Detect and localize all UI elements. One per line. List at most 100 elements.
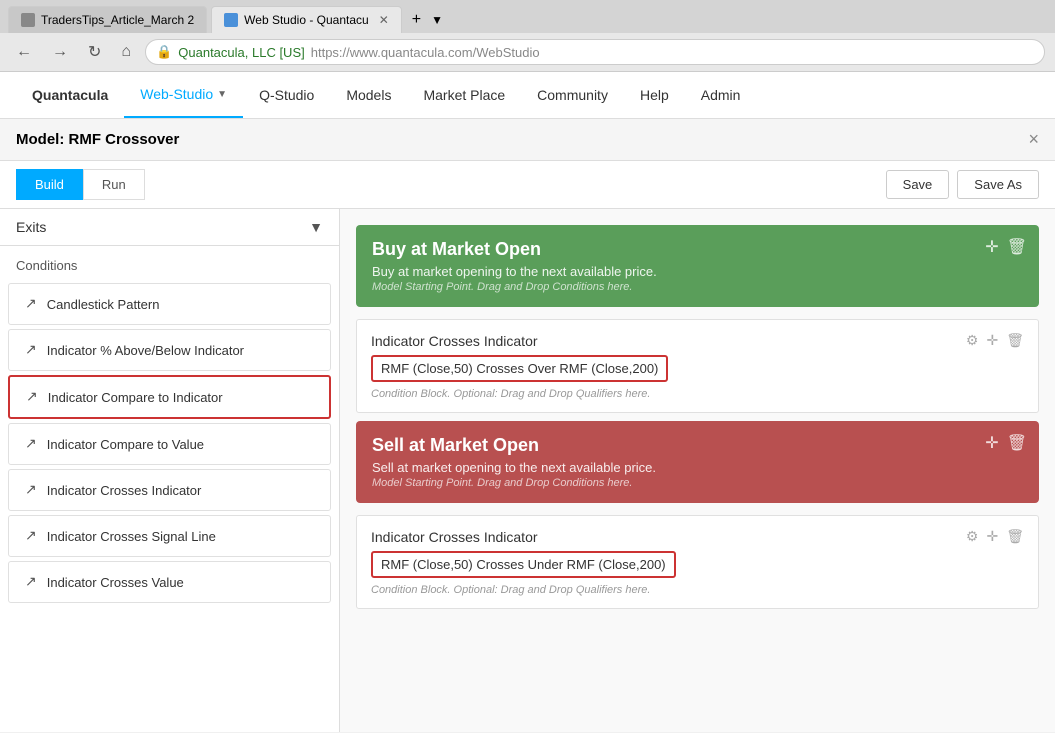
browser-chrome: TradersTips_Article_March 2 Web Studio -… bbox=[0, 0, 1055, 72]
sell-condition-note: Condition Block. Optional: Drag and Drop… bbox=[371, 584, 1024, 596]
sell-condition-actions: ⚙ ✛ 🗑 bbox=[966, 528, 1024, 545]
new-tab-btn[interactable]: + bbox=[406, 11, 427, 29]
buy-condition-delete-icon[interactable]: 🗑 bbox=[1006, 332, 1024, 349]
exits-dropdown[interactable]: Exits ▼ bbox=[0, 209, 339, 246]
model-name: RMF Crossover bbox=[69, 131, 180, 148]
buy-block-drag-icon[interactable]: ✛ bbox=[985, 237, 998, 257]
nav-market-place[interactable]: Market Place bbox=[407, 73, 521, 117]
buy-condition-formula: RMF (Close,50) Crosses Over RMF (Close,2… bbox=[371, 355, 668, 382]
sell-condition-card: Indicator Crosses Indicator ⚙ ✛ 🗑 RMF (C… bbox=[356, 515, 1039, 609]
sell-block-subtitle: Sell at market opening to the next avail… bbox=[372, 460, 1023, 475]
buy-condition-actions: ⚙ ✛ 🗑 bbox=[966, 332, 1024, 349]
main-content: Model: RMF Crossover × Build Run Save Sa… bbox=[0, 119, 1055, 732]
buy-condition-card: Indicator Crosses Indicator ⚙ ✛ 🗑 RMF (C… bbox=[356, 319, 1039, 413]
buy-condition-title: Indicator Crosses Indicator bbox=[371, 333, 538, 349]
trend-icon bbox=[25, 341, 37, 359]
chevron-down-icon: ▼ bbox=[217, 89, 227, 100]
buy-block-actions: ✛ 🗑 bbox=[985, 237, 1027, 257]
address-input[interactable]: 🔒 Quantacula, LLC [US] https://www.quant… bbox=[145, 39, 1045, 65]
trend-icon bbox=[26, 388, 38, 406]
tab-1-icon bbox=[21, 13, 35, 27]
sidebar-item-pct-label: Indicator % Above/Below Indicator bbox=[47, 343, 244, 358]
home-btn[interactable]: ⌂ bbox=[115, 41, 137, 63]
sell-block-title: Sell at Market Open bbox=[372, 435, 1023, 456]
sell-condition-formula: RMF (Close,50) Crosses Under RMF (Close,… bbox=[371, 551, 676, 578]
trend-icon bbox=[25, 573, 37, 591]
sidebar-item-candlestick-label: Candlestick Pattern bbox=[47, 297, 160, 312]
sell-condition-delete-icon[interactable]: 🗑 bbox=[1006, 528, 1024, 545]
buy-condition-drag-icon[interactable]: ✛ bbox=[986, 332, 998, 349]
tab-1[interactable]: TradersTips_Article_March 2 bbox=[8, 6, 207, 33]
main-area: Buy at Market Open Buy at market opening… bbox=[340, 209, 1055, 732]
tab-close-btn[interactable]: ✕ bbox=[379, 13, 389, 27]
forward-btn[interactable]: → bbox=[46, 41, 74, 63]
address-bar: ← → ↻ ⌂ 🔒 Quantacula, LLC [US] https://w… bbox=[0, 33, 1055, 71]
run-btn[interactable]: Run bbox=[83, 169, 145, 200]
chevron-down-icon: ▼ bbox=[309, 219, 323, 235]
toolbar-right: Save Save As bbox=[886, 170, 1039, 199]
sidebar-item-compare-value-label: Indicator Compare to Value bbox=[47, 437, 204, 452]
trend-icon bbox=[25, 527, 37, 545]
trend-icon bbox=[25, 295, 37, 313]
sell-block: Sell at Market Open Sell at market openi… bbox=[356, 421, 1039, 503]
nav-web-studio[interactable]: Web-Studio ▼ bbox=[124, 72, 243, 118]
sidebar-item-crosses-signal-label: Indicator Crosses Signal Line bbox=[47, 529, 216, 544]
build-btn[interactable]: Build bbox=[16, 169, 83, 200]
nav-q-studio[interactable]: Q-Studio bbox=[243, 73, 330, 117]
model-close-btn[interactable]: × bbox=[1028, 129, 1039, 150]
back-btn[interactable]: ← bbox=[10, 41, 38, 63]
nav-models[interactable]: Models bbox=[330, 73, 407, 117]
nav-help[interactable]: Help bbox=[624, 73, 685, 117]
lock-icon: 🔒 bbox=[156, 44, 172, 60]
tab-1-label: TradersTips_Article_March 2 bbox=[41, 13, 194, 27]
buy-condition-gear-icon[interactable]: ⚙ bbox=[966, 332, 979, 349]
model-header: Model: RMF Crossover × bbox=[0, 119, 1055, 161]
save-btn[interactable]: Save bbox=[886, 170, 950, 199]
sidebar-item-indicator-compare[interactable]: Indicator Compare to Indicator bbox=[8, 375, 331, 419]
model-title: Model: RMF Crossover bbox=[16, 131, 179, 148]
buy-block-subtitle: Buy at market opening to the next availa… bbox=[372, 264, 1023, 279]
tab-2-label: Web Studio - Quantacu bbox=[244, 13, 369, 27]
tab-2[interactable]: Web Studio - Quantacu ✕ bbox=[211, 6, 402, 33]
sidebar-item-crosses-value-label: Indicator Crosses Value bbox=[47, 575, 184, 590]
exits-label: Exits bbox=[16, 219, 46, 235]
buy-block-delete-icon[interactable]: 🗑 bbox=[1007, 237, 1027, 257]
sell-block-actions: ✛ 🗑 bbox=[985, 433, 1027, 453]
url-company: Quantacula, LLC [US] bbox=[178, 45, 304, 60]
sell-block-drag-icon[interactable]: ✛ bbox=[985, 433, 998, 453]
buy-condition-header: Indicator Crosses Indicator ⚙ ✛ 🗑 bbox=[371, 332, 1024, 349]
sell-condition-title: Indicator Crosses Indicator bbox=[371, 529, 538, 545]
trend-icon bbox=[25, 435, 37, 453]
sidebar-item-indicator-crosses-indicator[interactable]: Indicator Crosses Indicator bbox=[8, 469, 331, 511]
sidebar-item-indicator-compare-value[interactable]: Indicator Compare to Value bbox=[8, 423, 331, 465]
buy-condition-note: Condition Block. Optional: Drag and Drop… bbox=[371, 388, 1024, 400]
buy-block: Buy at Market Open Buy at market opening… bbox=[356, 225, 1039, 307]
sidebar: Exits ▼ Conditions Candlestick Pattern I… bbox=[0, 209, 340, 732]
nav-brand[interactable]: Quantacula bbox=[16, 73, 124, 117]
sell-condition-drag-icon[interactable]: ✛ bbox=[986, 528, 998, 545]
sidebar-item-crosses-label: Indicator Crosses Indicator bbox=[47, 483, 202, 498]
tab-dropdown-btn[interactable]: ▼ bbox=[431, 13, 443, 27]
sell-block-note: Model Starting Point. Drag and Drop Cond… bbox=[372, 477, 1023, 489]
nav-admin[interactable]: Admin bbox=[685, 73, 757, 117]
tab-bar: TradersTips_Article_March 2 Web Studio -… bbox=[0, 0, 1055, 33]
buy-block-note: Model Starting Point. Drag and Drop Cond… bbox=[372, 281, 1023, 293]
nav-community[interactable]: Community bbox=[521, 73, 624, 117]
sidebar-item-indicator-crosses-value[interactable]: Indicator Crosses Value bbox=[8, 561, 331, 603]
tab-2-icon bbox=[224, 13, 238, 27]
toolbar-left: Build Run bbox=[16, 169, 145, 200]
save-as-btn[interactable]: Save As bbox=[957, 170, 1039, 199]
sell-condition-header: Indicator Crosses Indicator ⚙ ✛ 🗑 bbox=[371, 528, 1024, 545]
sell-block-delete-icon[interactable]: 🗑 bbox=[1007, 433, 1027, 453]
model-label: Model: bbox=[16, 131, 64, 148]
buy-block-title: Buy at Market Open bbox=[372, 239, 1023, 260]
sell-condition-gear-icon[interactable]: ⚙ bbox=[966, 528, 979, 545]
app-nav: Quantacula Web-Studio ▼ Q-Studio Models … bbox=[0, 72, 1055, 119]
refresh-btn[interactable]: ↻ bbox=[82, 40, 107, 64]
sidebar-item-indicator-pct[interactable]: Indicator % Above/Below Indicator bbox=[8, 329, 331, 371]
sidebar-item-indicator-crosses-signal[interactable]: Indicator Crosses Signal Line bbox=[8, 515, 331, 557]
sidebar-item-compare-label: Indicator Compare to Indicator bbox=[48, 390, 223, 405]
conditions-header: Conditions bbox=[0, 246, 339, 279]
toolbar: Build Run Save Save As bbox=[0, 161, 1055, 209]
sidebar-item-candlestick-pattern[interactable]: Candlestick Pattern bbox=[8, 283, 331, 325]
